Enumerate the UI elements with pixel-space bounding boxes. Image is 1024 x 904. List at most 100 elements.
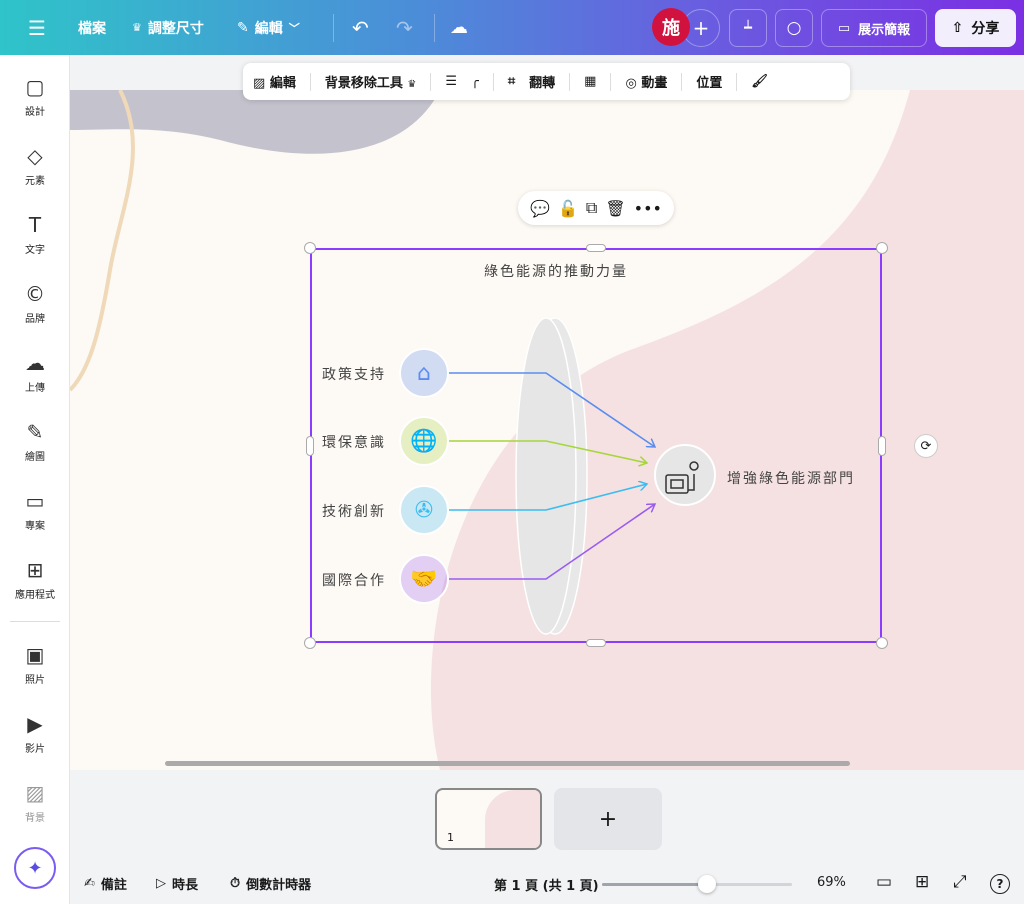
sidebar-item-4[interactable]: ☁ 上傳 xyxy=(0,353,70,394)
sidebar-icon: © xyxy=(25,282,45,306)
play-icon: ▷ xyxy=(156,876,166,891)
undo-icon[interactable]: ↶ xyxy=(352,0,369,55)
notes-icon: ✍ xyxy=(84,876,95,891)
input-icon-circle: ⌂ xyxy=(399,348,449,398)
lock-icon[interactable]: 🔓 xyxy=(558,199,578,218)
transparency-icon[interactable]: ▦ xyxy=(584,74,596,89)
edit-menu[interactable]: ✎ 編輯 ﹀ xyxy=(237,0,300,55)
bg-remover-label: 背景移除工具 xyxy=(324,76,403,91)
input-label[interactable]: 政策支持 xyxy=(322,364,386,384)
help-icon[interactable]: ? xyxy=(990,874,1010,894)
sidebar-icon: ▭ xyxy=(25,489,45,513)
grid-view-icon[interactable]: ⊞ xyxy=(915,872,929,892)
timer-label: 倒數計時器 xyxy=(246,878,312,893)
sidebar-icon: ☁ xyxy=(25,351,45,375)
duration-button[interactable]: ▷ 時長 xyxy=(156,874,198,893)
resize-handle[interactable] xyxy=(304,242,316,254)
fullscreen-icon[interactable]: ⤢ xyxy=(953,872,967,892)
sidebar-item-1[interactable]: ◇ 元素 xyxy=(0,146,70,187)
sidebar-item-label: 設計 xyxy=(25,107,45,118)
horizontal-scrollbar[interactable] xyxy=(165,761,850,766)
page-thumbnail[interactable]: 1 xyxy=(435,788,542,850)
diagram-title[interactable]: 綠色能源的推動力量 xyxy=(484,261,628,281)
avatar[interactable]: 施 xyxy=(652,8,690,46)
share-label: 分享 xyxy=(971,21,1000,37)
edit-image-label: 編輯 xyxy=(269,76,296,91)
redo-icon[interactable]: ↷ xyxy=(396,0,413,55)
resize-handle[interactable] xyxy=(306,436,314,456)
file-label: 檔案 xyxy=(78,20,106,37)
file-menu[interactable]: 檔案 xyxy=(78,0,106,55)
add-comment-icon[interactable]: 💬 xyxy=(530,199,550,218)
animate-button[interactable]: ◎ 動畫 xyxy=(625,72,667,91)
add-page-button[interactable]: + xyxy=(554,788,662,850)
menu-icon[interactable]: ☰ xyxy=(28,0,46,55)
notes-label: 備註 xyxy=(100,878,127,893)
duplicate-icon[interactable]: ⧉ xyxy=(586,198,597,218)
upload-icon: ⇧ xyxy=(951,20,964,36)
share-button[interactable]: ⇧ 分享 xyxy=(935,9,1016,47)
insights-button[interactable]: ┷ xyxy=(729,9,767,47)
resize-handle[interactable] xyxy=(304,637,316,649)
sidebar-item-3[interactable]: © 品牌 xyxy=(0,284,70,325)
border-style-icon[interactable]: ☰ xyxy=(445,74,457,89)
sidebar-item-2[interactable]: T 文字 xyxy=(0,215,70,256)
output-label[interactable]: 增強綠色能源部門 xyxy=(727,468,855,488)
sidebar-icon: ▶ xyxy=(27,712,43,736)
input-label[interactable]: 技術創新 xyxy=(322,501,386,521)
present-icon: ▭ xyxy=(837,20,851,36)
resize-handle[interactable] xyxy=(876,637,888,649)
chevron-down-icon: ﹀ xyxy=(288,21,300,35)
paint-roller-icon[interactable]: 🖌 xyxy=(751,74,768,89)
sidebar-item-7[interactable]: ⊞ 應用程式 xyxy=(0,560,70,601)
present-button[interactable]: ▭ 展示簡報 xyxy=(821,9,927,47)
zoom-slider-handle[interactable] xyxy=(697,875,716,893)
page-info[interactable]: 第 1 頁 (共 1 頁) xyxy=(494,875,599,894)
sidebar-icon: ▨ xyxy=(25,781,45,805)
page-view-icon[interactable]: ▭ xyxy=(876,872,892,892)
resize-handle[interactable] xyxy=(876,242,888,254)
animate-label: 動畫 xyxy=(641,76,668,91)
sidebar-item-label: 影片 xyxy=(25,744,45,755)
zoom-slider[interactable] xyxy=(602,875,792,893)
flip-button[interactable]: 翻轉 xyxy=(529,72,555,91)
sidebar-item-10[interactable]: ▨ 背景 xyxy=(0,783,70,824)
input-label[interactable]: 國際合作 xyxy=(322,570,386,590)
cloud-saved-icon[interactable]: ☁ xyxy=(450,0,468,55)
bg-remover-button[interactable]: 背景移除工具 ♛ xyxy=(325,72,417,91)
sidebar-icon: ◇ xyxy=(27,144,43,168)
magic-ai-button[interactable]: ✦ xyxy=(14,847,56,889)
sidebar-divider xyxy=(10,621,60,622)
present-label: 展示簡報 xyxy=(858,22,911,38)
comments-button[interactable]: ○ xyxy=(775,9,813,47)
position-button[interactable]: 位置 xyxy=(696,72,722,91)
trash-icon[interactable]: 🗑 xyxy=(605,199,625,218)
sidebar-icon: T xyxy=(28,213,42,237)
input-label[interactable]: 環保意識 xyxy=(322,432,386,452)
sidebar-item-6[interactable]: ▭ 專案 xyxy=(0,491,70,532)
sidebar-item-label: 應用程式 xyxy=(15,590,55,601)
notes-button[interactable]: ✍ 備註 xyxy=(84,874,127,893)
crop-icon[interactable]: ⌗ xyxy=(508,74,515,89)
avatar-initial: 施 xyxy=(662,18,680,39)
sidebar-item-9[interactable]: ▶ 影片 xyxy=(0,714,70,755)
rotate-icon[interactable]: ⟳ xyxy=(914,434,938,458)
resize-handle[interactable] xyxy=(586,244,606,252)
input-icon-circle: ✇ xyxy=(399,485,449,535)
resize-label: 調整尺寸 xyxy=(147,20,204,37)
sidebar-item-8[interactable]: ▣ 照片 xyxy=(0,645,70,686)
sidebar-item-0[interactable]: ▢ 設計 xyxy=(0,77,70,118)
edit-image-button[interactable]: ▨ 編輯 xyxy=(253,72,296,91)
zoom-level[interactable]: 69% xyxy=(817,875,846,890)
sidebar-icon: ✎ xyxy=(26,420,44,444)
more-icon[interactable]: ••• xyxy=(634,199,662,218)
timer-button[interactable]: ⏱ 倒數計時器 xyxy=(230,874,311,893)
sidebar-item-5[interactable]: ✎ 繪圖 xyxy=(0,422,70,463)
sidebar-item-label: 照片 xyxy=(25,675,45,686)
resize-handle[interactable] xyxy=(586,639,606,647)
corner-rounding-icon[interactable]: ╭ xyxy=(471,74,479,89)
resize-button[interactable]: ♛ 調整尺寸 xyxy=(132,0,204,55)
crown-icon: ♛ xyxy=(132,21,142,34)
resize-handle[interactable] xyxy=(878,436,886,456)
sidebar-item-label: 背景 xyxy=(25,813,45,824)
